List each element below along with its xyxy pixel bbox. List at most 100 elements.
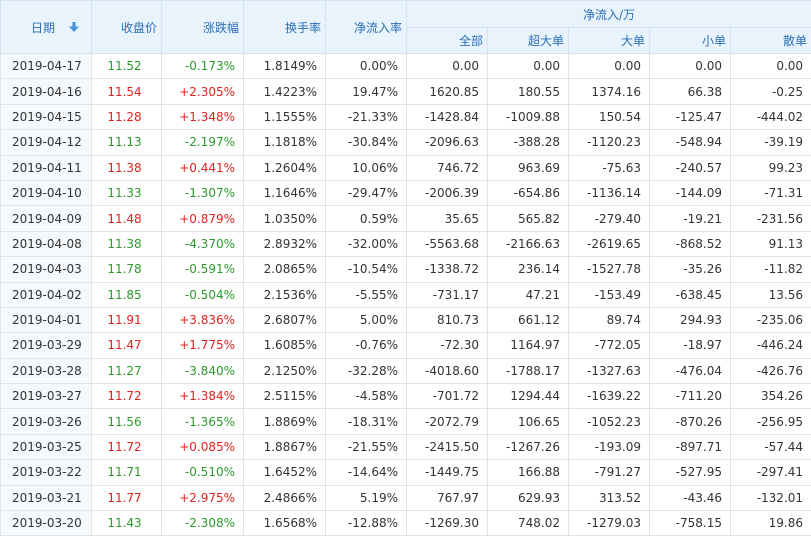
cell-date: 2019-03-29 (0, 332, 92, 359)
column-header-all[interactable]: 全部 (406, 27, 488, 54)
cell-close: 11.43 (91, 510, 162, 537)
column-header-turnover[interactable]: 换手率 (243, 0, 326, 54)
cell-date: 2019-04-15 (0, 103, 92, 131)
cell-super-large: -388.28 (487, 129, 569, 156)
table-row: 2019-04-08 11.38 -4.370% 2.8932% -32.00% -556… (0, 230, 811, 258)
cell-turnover: 1.6085% (243, 332, 326, 359)
cell-retail: -57.44 (729, 433, 811, 461)
column-group-net-inflow: 净流入/万 (405, 0, 811, 28)
cell-all: -1338.72 (406, 256, 488, 283)
cell-large: -2619.65 (568, 230, 650, 258)
column-header-large[interactable]: 大单 (568, 27, 650, 54)
column-header-super-large[interactable]: 超大单 (487, 27, 569, 54)
cell-change: +2.975% (161, 484, 244, 512)
cell-all: -1428.84 (406, 103, 488, 131)
cell-change: -0.504% (161, 281, 244, 308)
cell-change: -1.307% (161, 179, 244, 207)
column-header-date[interactable]: 日期 (0, 0, 92, 54)
cell-retail: -11.82 (729, 256, 811, 283)
cell-super-large: -1267.26 (487, 433, 569, 461)
cell-change: +0.085% (161, 433, 244, 461)
cell-net-rate: 0.00% (325, 52, 407, 80)
cell-date: 2019-04-03 (0, 256, 92, 283)
cell-retail: 19.86 (729, 510, 811, 537)
cell-super-large: 47.21 (487, 281, 569, 308)
cell-close: 11.47 (91, 332, 162, 359)
table-row: 2019-04-15 11.28 +1.348% 1.1555% -21.33% -142… (0, 103, 811, 131)
cell-date: 2019-04-10 (0, 179, 92, 207)
cell-close: 11.85 (91, 281, 162, 308)
cell-net-rate: -21.33% (325, 103, 407, 131)
table-row: 2019-04-17 11.52 -0.173% 1.8149% 0.00% 0.00 0.… (0, 52, 811, 80)
cell-large: -1052.23 (568, 408, 650, 435)
column-header-close[interactable]: 收盘价 (91, 0, 162, 54)
cell-small: -870.26 (649, 408, 731, 435)
cell-all: -4018.60 (406, 357, 488, 385)
cell-large: -1327.63 (568, 357, 650, 385)
cell-large: -1527.78 (568, 256, 650, 283)
cell-turnover: 1.1646% (243, 179, 326, 207)
cell-all: -2415.50 (406, 433, 488, 461)
cell-turnover: 2.1536% (243, 281, 326, 308)
fund-flow-table: 日期 收盘价 涨跌幅 换手率 净流入率 净流入/万 全部 超大单 大单 小单 散… (0, 0, 811, 537)
cell-small: -19.21 (649, 205, 731, 232)
cell-small: -711.20 (649, 383, 731, 410)
column-header-retail[interactable]: 散单 (729, 27, 811, 54)
cell-turnover: 1.1555% (243, 103, 326, 131)
cell-super-large: -654.86 (487, 179, 569, 207)
table-row: 2019-03-28 11.27 -3.840% 2.1250% -32.28% -401… (0, 357, 811, 385)
table-row: 2019-03-29 11.47 +1.775% 1.6085% -0.76% -72.3… (0, 332, 811, 359)
table-row: 2019-04-02 11.85 -0.504% 2.1536% -5.55% -731.… (0, 281, 811, 308)
cell-super-large: -1009.88 (487, 103, 569, 131)
cell-change: -3.840% (161, 357, 244, 385)
cell-small: -125.47 (649, 103, 731, 131)
cell-large: 313.52 (568, 484, 650, 512)
cell-super-large: 661.12 (487, 306, 569, 334)
cell-super-large: 748.02 (487, 510, 569, 537)
column-header-change[interactable]: 涨跌幅 (161, 0, 244, 54)
cell-change: -2.308% (161, 510, 244, 537)
cell-small: -527.95 (649, 459, 731, 486)
cell-date: 2019-04-11 (0, 154, 92, 181)
cell-retail: 0.00 (729, 52, 811, 80)
column-header-date-label: 日期 (31, 20, 56, 35)
cell-change: +1.348% (161, 103, 244, 131)
column-header-net-rate[interactable]: 净流入率 (325, 0, 407, 54)
cell-date: 2019-03-22 (0, 459, 92, 486)
cell-small: -18.97 (649, 332, 731, 359)
cell-change: -4.370% (161, 230, 244, 258)
cell-date: 2019-03-25 (0, 433, 92, 461)
cell-large: -193.09 (568, 433, 650, 461)
cell-super-large: 963.69 (487, 154, 569, 181)
cell-large: 89.74 (568, 306, 650, 334)
cell-net-rate: -18.31% (325, 408, 407, 435)
cell-net-rate: 10.06% (325, 154, 407, 181)
cell-close: 11.28 (91, 103, 162, 131)
table-row: 2019-04-10 11.33 -1.307% 1.1646% -29.47% -200… (0, 179, 811, 207)
table-header: 日期 收盘价 涨跌幅 换手率 净流入率 净流入/万 全部 超大单 大单 小单 散… (0, 0, 811, 54)
cell-turnover: 2.0865% (243, 256, 326, 283)
cell-large: -153.49 (568, 281, 650, 308)
cell-turnover: 1.2604% (243, 154, 326, 181)
cell-turnover: 1.6452% (243, 459, 326, 486)
cell-large: -791.27 (568, 459, 650, 486)
column-header-small[interactable]: 小单 (649, 27, 731, 54)
table-row: 2019-04-01 11.91 +3.836% 2.6807% 5.00% 810.73… (0, 306, 811, 334)
cell-large: -772.05 (568, 332, 650, 359)
cell-date: 2019-04-09 (0, 205, 92, 232)
cell-change: +0.879% (161, 205, 244, 232)
cell-net-rate: -5.55% (325, 281, 407, 308)
cell-close: 11.91 (91, 306, 162, 334)
sort-down-arrow-icon[interactable] (69, 22, 79, 32)
cell-close: 11.54 (91, 78, 162, 105)
cell-change: -0.591% (161, 256, 244, 283)
cell-large: -1120.23 (568, 129, 650, 156)
cell-large: 1374.16 (568, 78, 650, 105)
cell-small: -868.52 (649, 230, 731, 258)
cell-change: +1.384% (161, 383, 244, 410)
table-row: 2019-03-20 11.43 -2.308% 1.6568% -12.88% -126… (0, 510, 811, 537)
cell-date: 2019-03-26 (0, 408, 92, 435)
cell-small: -548.94 (649, 129, 731, 156)
cell-retail: 91.13 (729, 230, 811, 258)
cell-large: 0.00 (568, 52, 650, 80)
